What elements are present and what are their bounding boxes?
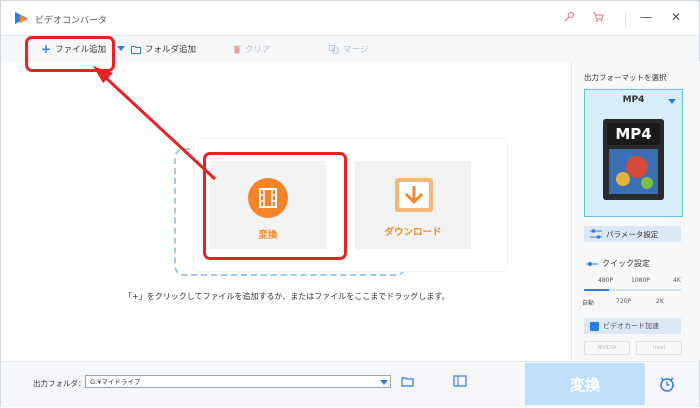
output-folder-label: 出力フォルダ：: [33, 379, 86, 388]
download-tile[interactable]: ダウンロード: [355, 161, 471, 249]
folder-icon: [131, 45, 141, 54]
intel-label: Intel: [652, 345, 666, 351]
annotation-highlight-convert: [203, 152, 347, 260]
trash-icon: [233, 45, 241, 53]
download-icon: [395, 178, 433, 212]
res-720p: 720P: [616, 298, 632, 305]
close-button[interactable]: ✕: [671, 10, 681, 24]
intel-option[interactable]: Intel: [636, 341, 682, 355]
add-folder-label: フォルダ追加: [145, 45, 197, 55]
output-format-heading: 出力フォーマットを選択: [584, 73, 667, 82]
nvidia-label: NVIDIA: [597, 345, 617, 351]
open-folder-icon[interactable]: [401, 376, 415, 387]
output-format-panel: 出力フォーマットを選択 MP4 MP4 パラメータ設定 クイック設定 480P …: [571, 62, 700, 360]
chip-icon: [590, 321, 599, 331]
merge-label: マージ: [343, 45, 369, 55]
bottom-bar: 出力フォルダ： G:¥マイドライブ 変換: [1, 361, 699, 407]
quality-slider-fill: [584, 289, 609, 291]
nvidia-option[interactable]: NVIDIA: [584, 341, 630, 355]
res-4k: 4K: [673, 277, 681, 284]
res-1080p: 1080P: [631, 277, 650, 284]
format-selector[interactable]: MP4 MP4: [584, 89, 683, 217]
output-folder-dropdown-icon[interactable]: [380, 380, 388, 385]
add-file-dropdown-icon[interactable]: [117, 46, 125, 51]
gpu-acceleration-button[interactable]: ビデオカード加速: [584, 318, 681, 334]
format-dropdown-icon[interactable]: [668, 99, 676, 104]
clear-button[interactable]: クリア: [233, 43, 271, 55]
app-window: ビデオコンバータ — ✕ + ファイル追加 フォルダ追加 クリア マージ 変換 …: [0, 0, 700, 407]
merge-button[interactable]: マージ: [329, 43, 368, 55]
app-logo-icon: [15, 12, 28, 24]
convert-button[interactable]: 変換: [525, 363, 645, 405]
annotation-highlight-add-file: [25, 36, 115, 72]
sliders-icon: [590, 229, 602, 239]
res-2k: 2K: [656, 298, 664, 305]
merge-icon: [329, 44, 339, 53]
key-icon[interactable]: [563, 11, 575, 23]
titlebar-divider: [625, 13, 626, 27]
download-tile-label: ダウンロード: [384, 227, 442, 238]
alarm-clock-icon[interactable]: [658, 375, 676, 393]
minimize-button[interactable]: —: [640, 10, 652, 24]
output-folder-field[interactable]: G:¥マイドライブ: [85, 375, 391, 388]
parameter-settings-button[interactable]: パラメータ設定: [584, 226, 681, 242]
quick-settings-label: クイック設定: [602, 259, 650, 268]
mp4-art-text: MP4: [615, 125, 652, 143]
add-folder-button[interactable]: フォルダ追加: [131, 43, 196, 55]
clear-label: クリア: [245, 45, 271, 55]
gpu-acceleration-label: ビデオカード加速: [603, 322, 659, 330]
res-auto: 自動: [582, 300, 595, 307]
output-settings-icon[interactable]: [453, 375, 467, 387]
quick-settings: クイック設定: [586, 258, 650, 269]
title-bar: ビデオコンバータ — ✕: [1, 1, 699, 35]
parameter-settings-label: パラメータ設定: [606, 229, 659, 239]
cart-icon[interactable]: [592, 11, 604, 23]
quick-settings-icon: [586, 261, 598, 266]
drop-hint-text: 「+」をクリックしてファイルを追加するか、またはファイルをここまでドラッグします…: [124, 292, 450, 301]
res-480p: 480P: [598, 277, 614, 284]
mp4-format-icon: MP4: [603, 119, 664, 200]
window-title: ビデオコンバータ: [35, 16, 108, 26]
